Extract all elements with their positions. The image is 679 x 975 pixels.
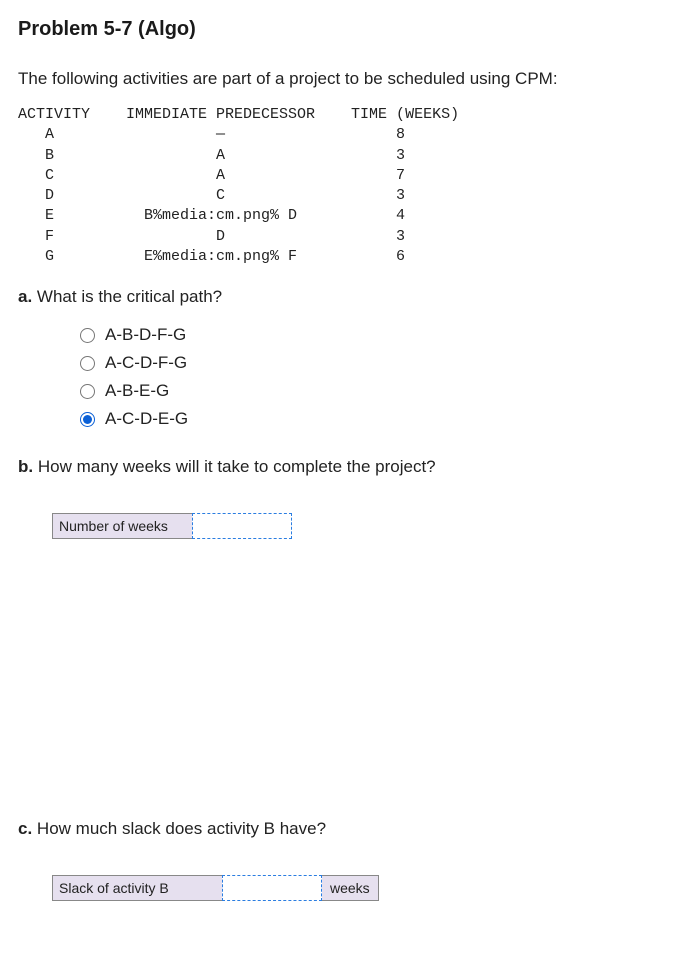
question-c: c. How much slack does activity B have?	[18, 819, 661, 839]
option-label: A-B-E-G	[105, 381, 169, 401]
question-c-answer: Slack of activity B weeks	[52, 875, 661, 901]
option-label: A-B-D-F-G	[105, 325, 186, 345]
question-b: b. How many weeks will it take to comple…	[18, 457, 661, 477]
number-of-weeks-label: Number of weeks	[52, 513, 192, 539]
option-label: A-C-D-F-G	[105, 353, 187, 373]
option-row[interactable]: A-C-D-F-G	[80, 353, 661, 373]
option-radio[interactable]	[80, 412, 95, 427]
question-b-answer: Number of weeks	[52, 513, 661, 539]
option-label: A-C-D-E-G	[105, 409, 188, 429]
question-b-letter: b.	[18, 457, 33, 476]
question-a-text: What is the critical path?	[37, 287, 222, 306]
activity-table: ACTIVITY IMMEDIATE PREDECESSOR TIME (WEE…	[18, 105, 661, 267]
problem-title: Problem 5-7 (Algo)	[18, 18, 661, 41]
question-a: a. What is the critical path?	[18, 287, 661, 307]
intro-text: The following activities are part of a p…	[18, 69, 661, 89]
slack-b-input[interactable]	[222, 875, 322, 901]
number-of-weeks-input[interactable]	[192, 513, 292, 539]
slack-b-label: Slack of activity B	[52, 875, 222, 901]
slack-b-unit: weeks	[322, 875, 379, 901]
option-radio[interactable]	[80, 384, 95, 399]
option-row[interactable]: A-B-E-G	[80, 381, 661, 401]
question-a-options: A-B-D-F-G A-C-D-F-G A-B-E-G A-C-D-E-G	[80, 325, 661, 429]
question-a-letter: a.	[18, 287, 32, 306]
option-radio[interactable]	[80, 328, 95, 343]
question-c-text: How much slack does activity B have?	[37, 819, 326, 838]
question-b-text: How many weeks will it take to complete …	[38, 457, 436, 476]
option-row[interactable]: A-C-D-E-G	[80, 409, 661, 429]
question-c-letter: c.	[18, 819, 32, 838]
option-radio[interactable]	[80, 356, 95, 371]
option-row[interactable]: A-B-D-F-G	[80, 325, 661, 345]
